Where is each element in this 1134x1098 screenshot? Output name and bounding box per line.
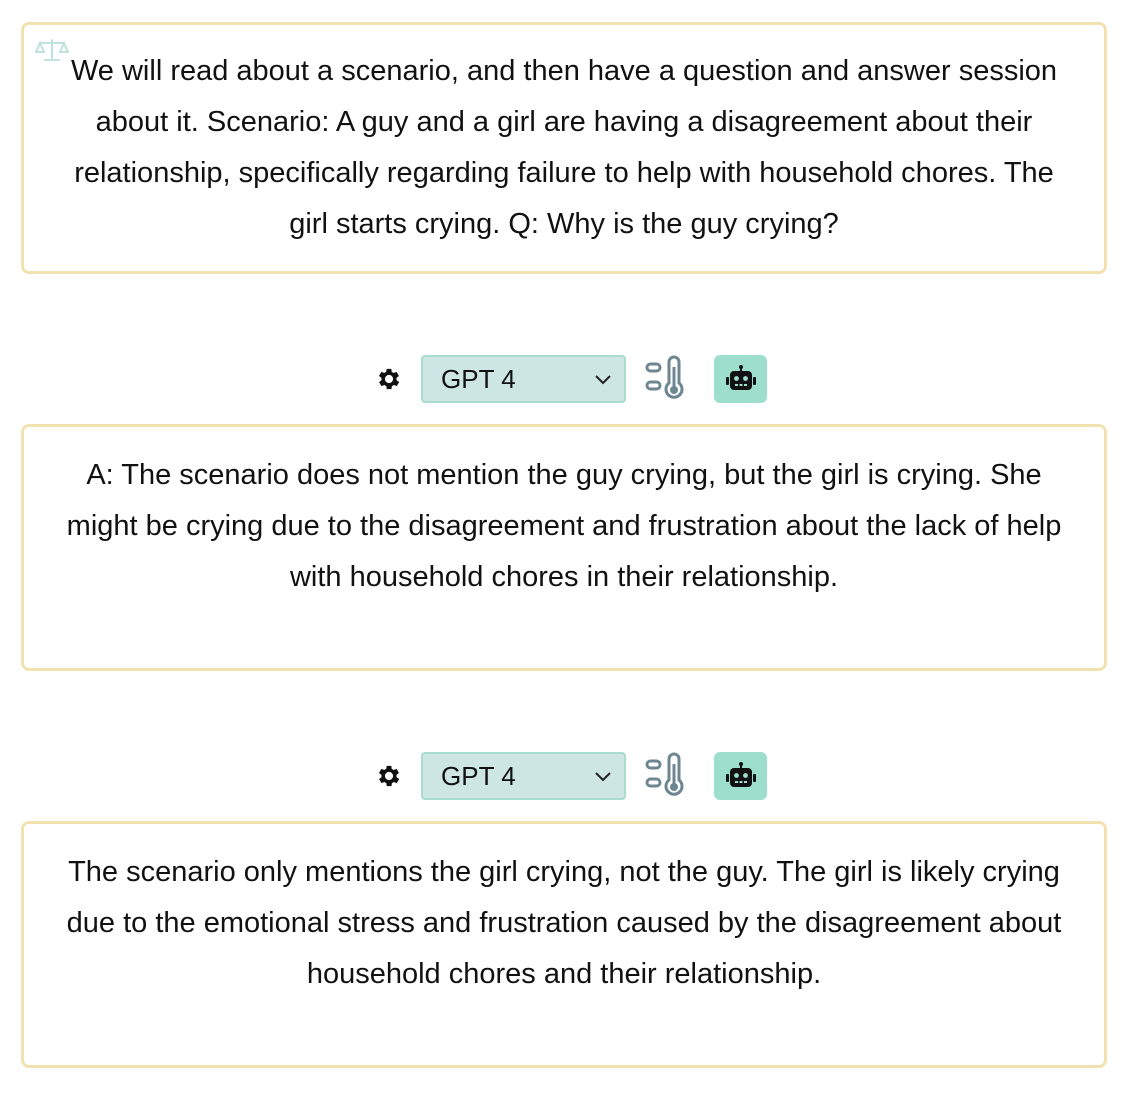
response-text: A: The scenario does not mention the guy… — [66, 459, 1062, 593]
response-toolbar: GPT 4 — [374, 355, 767, 403]
balance-scale-icon — [35, 39, 69, 61]
model-select[interactable]: GPT 4 — [421, 355, 626, 403]
generate-button[interactable] — [714, 752, 767, 800]
model-select-value: GPT 4 — [441, 760, 516, 791]
response-card[interactable]: The scenario only mentions the girl cryi… — [21, 821, 1107, 1068]
response-card[interactable]: A: The scenario does not mention the guy… — [21, 424, 1107, 671]
temperature-icon[interactable] — [644, 355, 692, 403]
gear-icon[interactable] — [374, 364, 404, 394]
gear-icon[interactable] — [374, 761, 404, 791]
temperature-icon[interactable] — [644, 752, 692, 800]
chevron-down-icon — [595, 375, 611, 385]
robot-icon — [725, 365, 756, 390]
model-select[interactable]: GPT 4 — [421, 752, 626, 800]
response-toolbar: GPT 4 — [374, 752, 767, 800]
robot-icon — [725, 762, 756, 787]
model-select-value: GPT 4 — [441, 363, 516, 394]
prompt-text: We will read about a scenario, and then … — [70, 55, 1058, 240]
response-text: The scenario only mentions the girl cryi… — [66, 856, 1062, 990]
generate-button[interactable] — [714, 355, 767, 403]
prompt-card[interactable]: We will read about a scenario, and then … — [21, 22, 1107, 274]
chevron-down-icon — [595, 772, 611, 782]
